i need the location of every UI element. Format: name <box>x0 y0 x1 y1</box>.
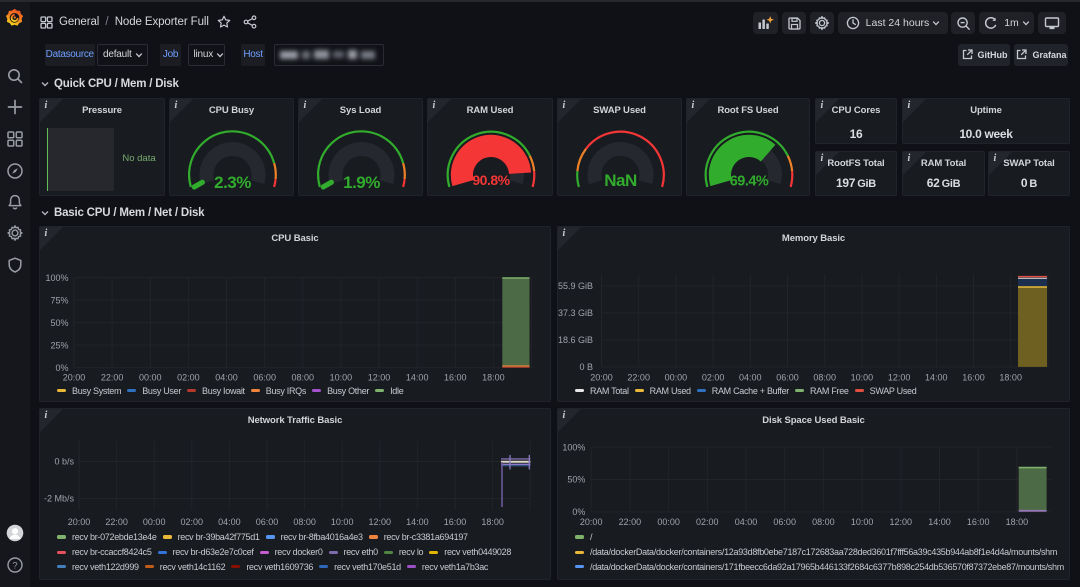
svg-text:100%: 100% <box>562 442 585 452</box>
svg-text:14:00: 14:00 <box>406 517 429 527</box>
svg-text:12:00: 12:00 <box>368 373 391 383</box>
svg-text:12:00: 12:00 <box>890 517 913 527</box>
svg-text:06:00: 06:00 <box>773 517 796 527</box>
svg-text:25%: 25% <box>50 340 68 350</box>
svg-text:2.3%: 2.3% <box>214 173 251 192</box>
svg-text:?: ? <box>12 560 17 571</box>
svg-text:37.3 GiB: 37.3 GiB <box>558 308 593 318</box>
svg-text:75%: 75% <box>50 295 68 305</box>
svg-text:50%: 50% <box>50 318 68 328</box>
svg-text:18:00: 18:00 <box>999 373 1022 383</box>
svg-text:14:00: 14:00 <box>406 373 429 383</box>
svg-text:08:00: 08:00 <box>292 373 315 383</box>
svg-text:10:00: 10:00 <box>851 373 874 383</box>
svg-text:02:00: 02:00 <box>177 373 200 383</box>
svg-text:08:00: 08:00 <box>813 373 836 383</box>
svg-text:04:00: 04:00 <box>735 517 758 527</box>
svg-text:20:00: 20:00 <box>68 517 91 527</box>
svg-text:20:00: 20:00 <box>63 373 86 383</box>
svg-text:16:00: 16:00 <box>962 373 985 383</box>
svg-text:16:00: 16:00 <box>967 517 990 527</box>
svg-text:12:00: 12:00 <box>888 373 911 383</box>
svg-text:00:00: 00:00 <box>143 517 166 527</box>
svg-text:69.4%: 69.4% <box>730 173 769 189</box>
svg-text:04:00: 04:00 <box>739 373 762 383</box>
svg-text:55.9 GiB: 55.9 GiB <box>558 281 593 291</box>
svg-text:0%: 0% <box>55 363 68 373</box>
svg-text:50%: 50% <box>567 475 585 485</box>
svg-text:06:00: 06:00 <box>256 517 279 527</box>
svg-text:18:00: 18:00 <box>482 373 505 383</box>
svg-text:20:00: 20:00 <box>590 373 613 383</box>
svg-text:10:00: 10:00 <box>331 517 354 527</box>
svg-text:14:00: 14:00 <box>925 373 948 383</box>
svg-text:10:00: 10:00 <box>330 373 353 383</box>
svg-text:NaN: NaN <box>604 171 637 190</box>
svg-text:22:00: 22:00 <box>627 373 650 383</box>
svg-text:08:00: 08:00 <box>293 517 316 527</box>
svg-text:0 b/s: 0 b/s <box>54 457 74 467</box>
svg-text:100%: 100% <box>45 273 68 283</box>
svg-text:22:00: 22:00 <box>619 517 642 527</box>
svg-text:04:00: 04:00 <box>215 373 238 383</box>
svg-text:1.9%: 1.9% <box>343 173 380 192</box>
svg-text:04:00: 04:00 <box>218 517 241 527</box>
svg-text:18:00: 18:00 <box>1006 517 1029 527</box>
svg-text:12:00: 12:00 <box>369 517 392 527</box>
svg-text:06:00: 06:00 <box>776 373 799 383</box>
svg-text:00:00: 00:00 <box>139 373 162 383</box>
svg-text:08:00: 08:00 <box>812 517 835 527</box>
svg-text:0 B: 0 B <box>579 362 593 372</box>
svg-text:18:00: 18:00 <box>481 517 504 527</box>
svg-text:16:00: 16:00 <box>444 373 467 383</box>
svg-text:02:00: 02:00 <box>696 517 719 527</box>
svg-text:0%: 0% <box>572 507 585 517</box>
svg-text:-2 Mb/s: -2 Mb/s <box>44 494 75 504</box>
svg-text:16:00: 16:00 <box>444 517 467 527</box>
svg-text:06:00: 06:00 <box>253 373 276 383</box>
svg-text:10:00: 10:00 <box>851 517 874 527</box>
svg-text:02:00: 02:00 <box>181 517 204 527</box>
svg-text:22:00: 22:00 <box>105 517 128 527</box>
svg-text:22:00: 22:00 <box>101 373 124 383</box>
svg-text:18.6 GiB: 18.6 GiB <box>558 335 593 345</box>
svg-text:00:00: 00:00 <box>657 517 680 527</box>
svg-text:00:00: 00:00 <box>665 373 688 383</box>
svg-text:20:00: 20:00 <box>580 517 603 527</box>
svg-text:02:00: 02:00 <box>702 373 725 383</box>
svg-text:90.8%: 90.8% <box>472 172 510 188</box>
svg-text:14:00: 14:00 <box>928 517 951 527</box>
